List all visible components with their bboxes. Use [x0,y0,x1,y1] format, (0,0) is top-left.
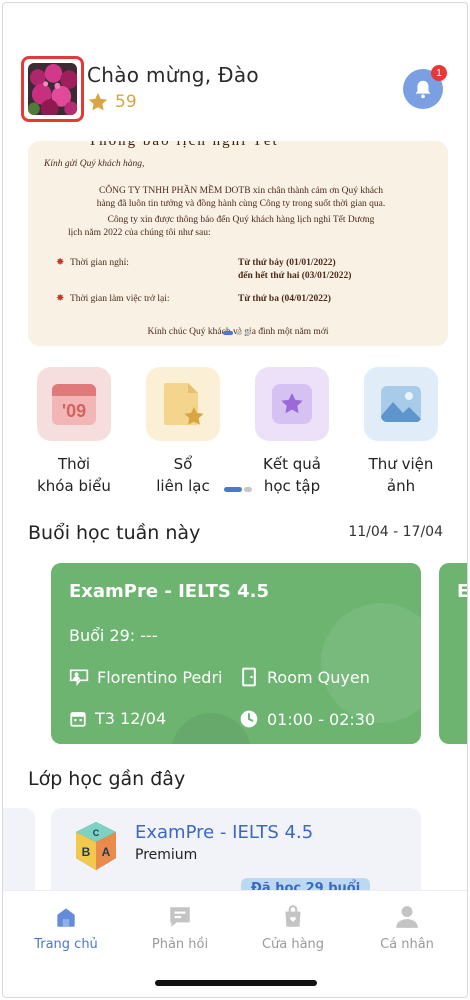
feature-icon-box [364,367,438,441]
greeting-text: Chào mừng, Đào [87,63,259,87]
tab-label: Cửa hàng [261,937,325,952]
tab-profile[interactable]: Cá nhân [357,903,457,952]
avatar [28,63,77,115]
shop-bag-icon [285,905,301,927]
abc-blocks-icon: C B A [76,822,116,870]
feedback-icon [170,907,190,927]
feature-label-line1: Kết quả [263,455,321,473]
feature-label-line1: Thời [57,455,90,473]
lesson-time: 01:00 - 02:30 [239,709,375,729]
feature-label-line1: Thư viện [368,455,434,473]
feature-label-line2: khóa biểu [37,477,111,495]
svg-text:C: C [93,828,100,838]
door-icon [242,667,256,687]
lesson-title: ExamPre - IELTS 4.5 [69,581,269,602]
avatar-button[interactable] [21,56,84,122]
sparkle-icon: ✸ [56,293,65,304]
banner-page-indicator [223,331,251,335]
feature-icon-box: '09 [37,367,111,441]
feature-label-line2: liên lạc [156,477,210,495]
svg-text:A: A [102,845,111,859]
banner-paragraph-2a: Công ty xin được thông báo đến Quý khách… [107,215,375,225]
banner-back-label: Thời gian làm việc trở lại: [70,294,170,304]
banner-paragraph-2b: lịch năm 2022 của chúng tôi như sau: [68,228,211,238]
feature-label-line2: ảnh [386,477,416,495]
banner-paragraph-1b: hàng đã luôn tin tưởng và đồng hành cùng… [96,199,386,209]
feature-photo-library[interactable]: Thư viện ảnh [363,367,439,497]
home-indicator [155,980,317,986]
feature-label-line2: học tập [263,477,321,495]
calendar-small-icon [70,711,86,727]
document-star-icon [164,383,204,425]
sparkle-icon: ✸ [56,257,65,268]
lesson-card[interactable]: ExamPre - IELTS 4.5 Buổi 29: --- Florent… [51,563,421,744]
feature-icon-box [146,367,220,441]
recent-class-name: ExamPre - IELTS 4.5 [135,822,314,843]
week-range: 11/04 - 17/04 [348,524,443,540]
tab-label: Phản hồi [151,937,209,952]
bell-icon [415,80,431,99]
star-icon [88,92,108,111]
lesson-card-next[interactable]: E [439,563,467,744]
feature-page-indicator [224,487,252,492]
feature-results[interactable]: Kết quả học tập [254,367,330,497]
points-display: 59 [87,91,137,113]
lesson-title-peek: E [457,581,467,602]
profile-icon [396,906,418,928]
home-icon [57,908,75,927]
banner-off-value-2: đến hết thứ hai (03/01/2022) [238,271,352,281]
lesson-time-text: 01:00 - 02:30 [267,709,376,729]
section-title-recent: Lớp học gần đây [28,768,186,790]
points-value: 59 [115,92,137,112]
room-name: Room Quyen [267,667,370,687]
tab-shop[interactable]: Cửa hàng [243,903,343,952]
feature-timetable[interactable]: '09 Thời khóa biểu [36,367,112,497]
tab-feedback[interactable]: Phản hồi [130,903,230,952]
lesson-room: Room Quyen [239,667,370,687]
svg-text:B: B [82,845,91,859]
calendar-icon: '09 [52,384,96,425]
star-badge-icon [272,384,312,424]
feature-contact-book[interactable]: Sổ liên lạc [145,367,221,497]
lesson-date-text: T3 12/04 [95,709,167,728]
photo-icon [381,386,421,423]
recent-class-level: Premium [135,847,198,863]
notification-badge: 1 [431,65,447,81]
banner-off-label: Thời gian nghỉ: [70,258,129,268]
calendar-icon-text: '09 [62,401,86,421]
banner-off-value-1: Từ thứ bảy (01/01/2022) [238,258,336,268]
teacher-name: Florentino Pedri [97,667,223,687]
tab-label: Trang chủ [34,937,98,952]
section-title-week: Buổi học tuần này [28,522,201,544]
feature-label-line1: Sổ [173,455,193,473]
feature-icon-box [255,367,329,441]
app-screen: Chào mừng, Đào 59 1 Thông báo lịch nghỉ … [2,2,468,998]
banner-title: Thông báo lịch nghỉ Tết [88,141,279,149]
announcement-banner[interactable]: Thông báo lịch nghỉ Tết Kính gửi Quý khá… [28,141,448,346]
teacher-icon [69,669,89,687]
banner-salutation: Kính gửi Quý khách hàng, [44,159,145,169]
tab-label: Cá nhân [380,937,434,952]
tab-home[interactable]: Trang chủ [16,903,116,952]
lesson-teacher: Florentino Pedri [69,667,222,687]
lesson-date: T3 12/04 [69,709,166,728]
lesson-slot: Buổi 29: --- [69,626,158,645]
banner-back-value: Từ thứ ba (04/01/2022) [238,294,331,304]
banner-paragraph-1a: CÔNG TY TNHH PHẦN MỀM DOTB xin chân thàn… [98,186,383,196]
clock-icon [240,710,258,728]
